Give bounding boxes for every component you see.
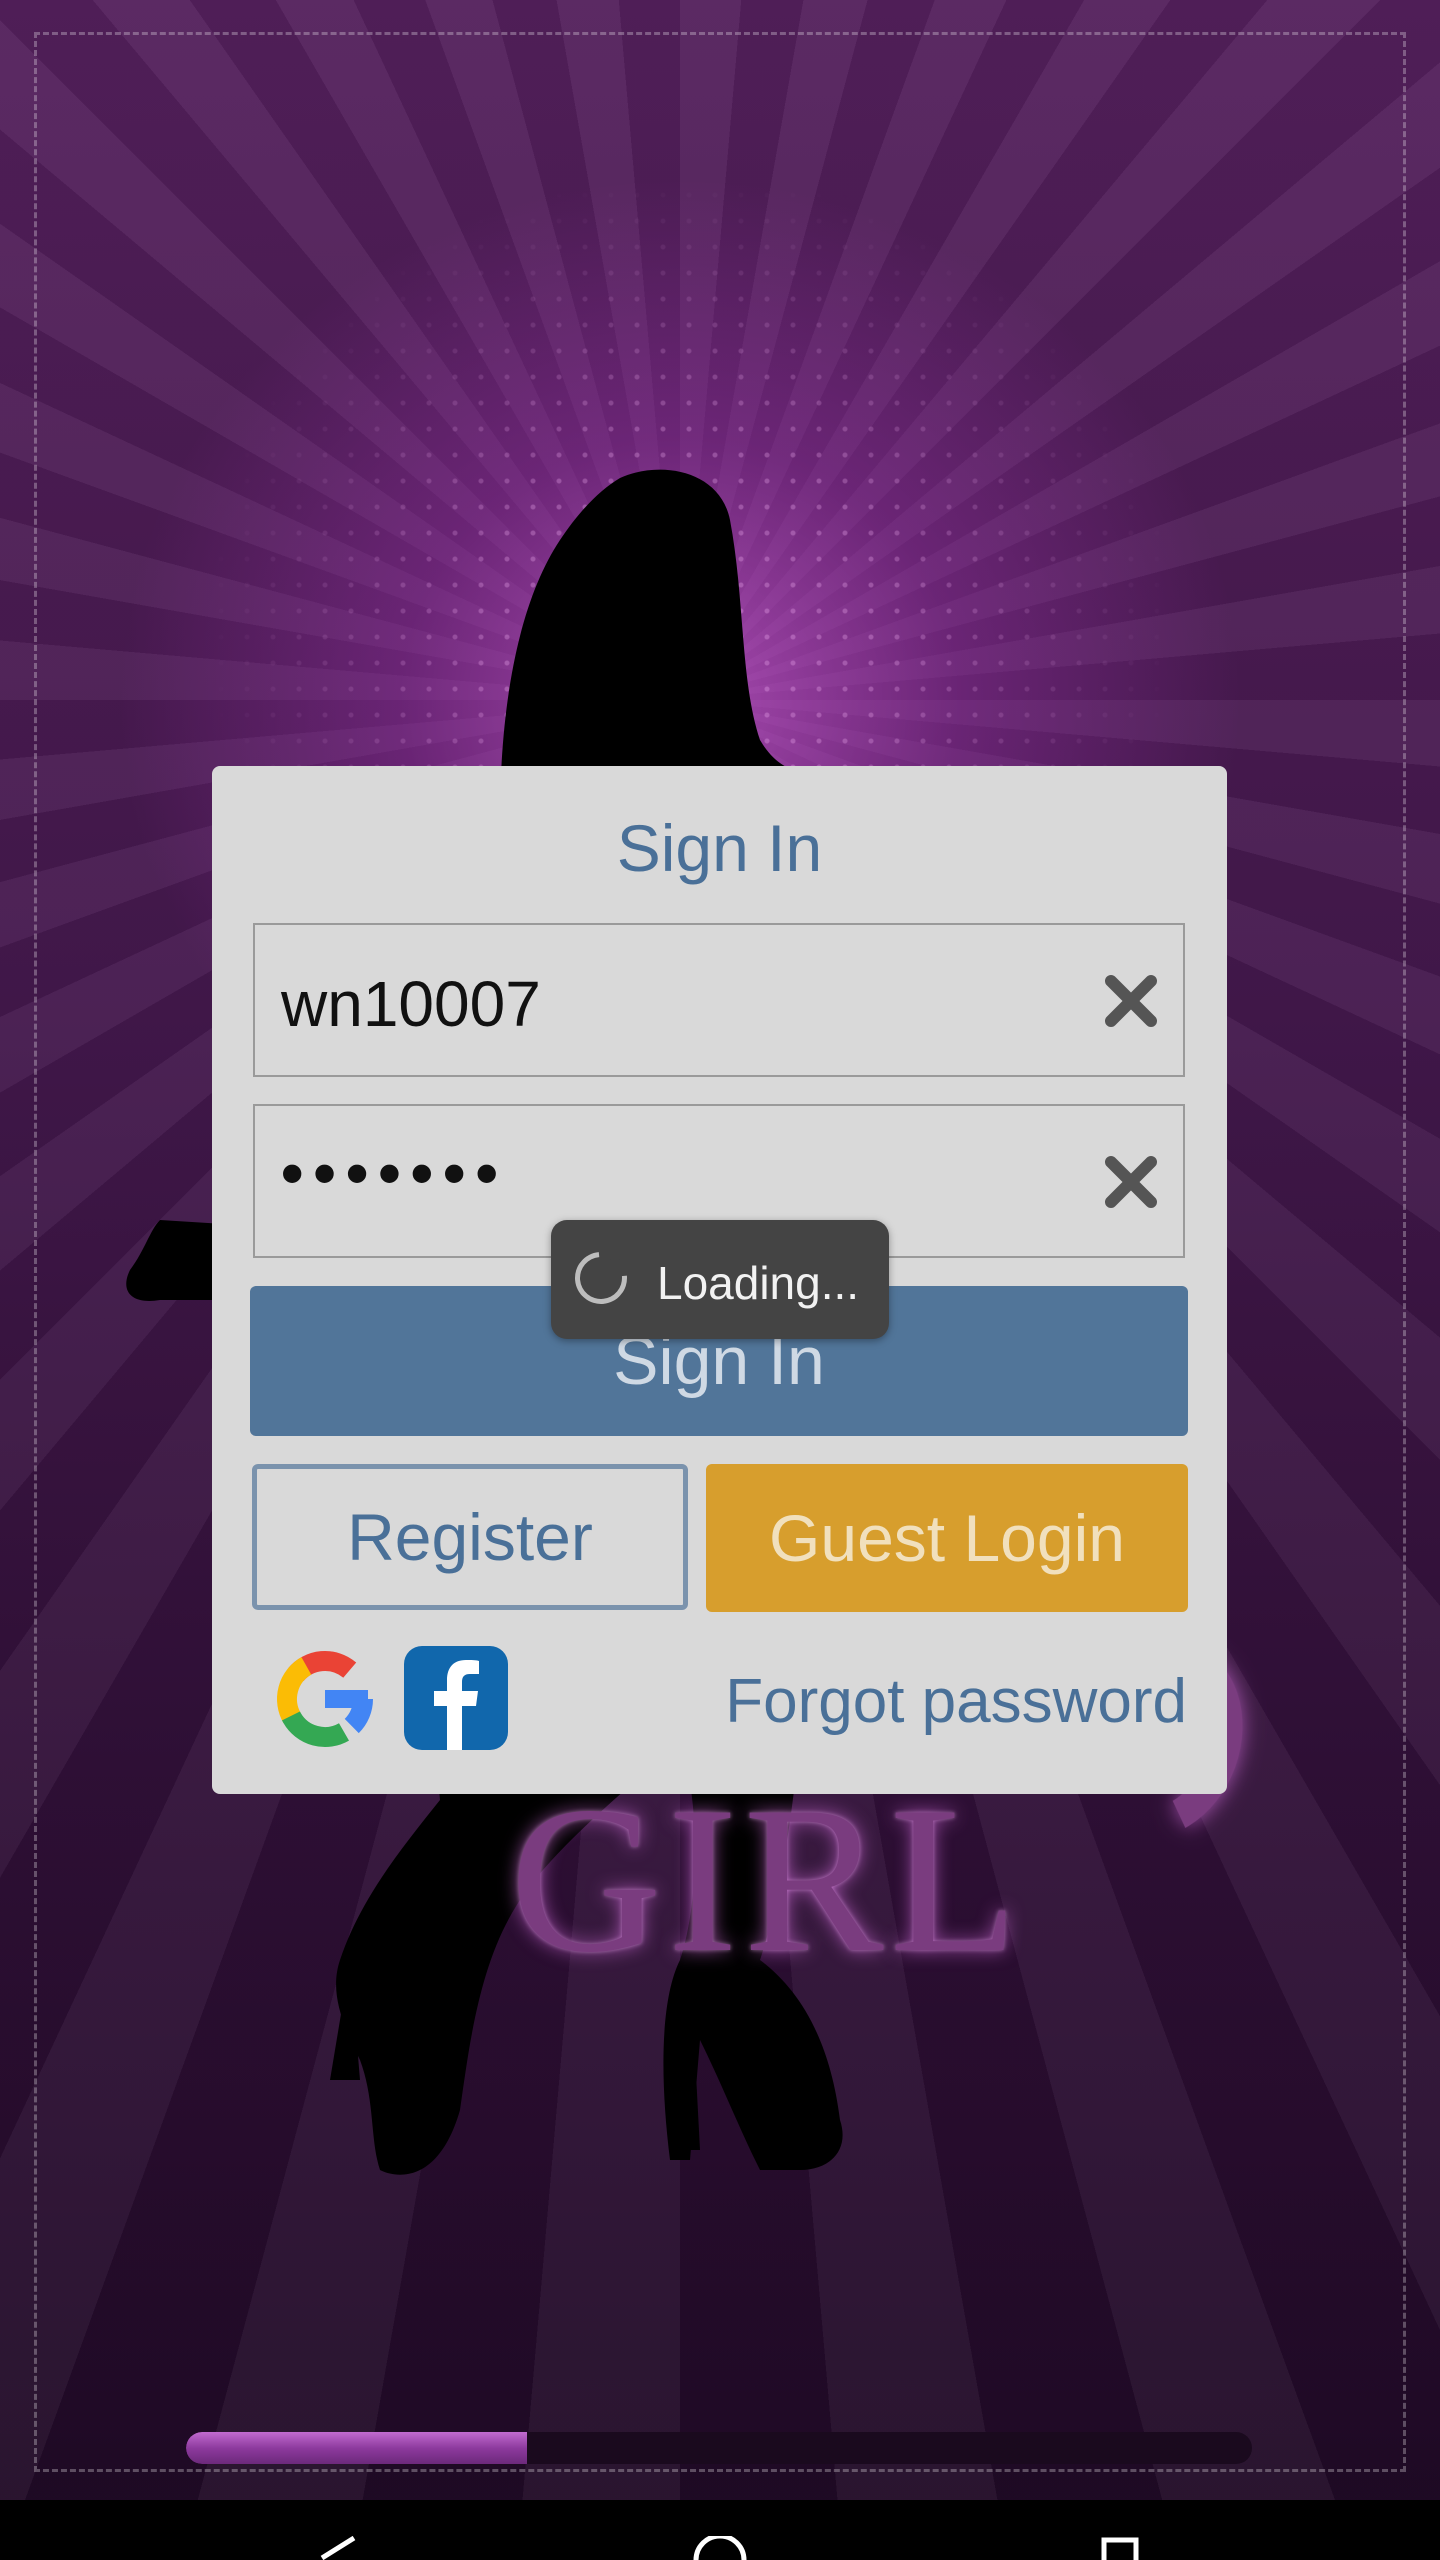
loading-text: Loading... — [657, 1257, 860, 1309]
back-icon[interactable] — [318, 2536, 358, 2560]
loading-progress-bar — [186, 2432, 1252, 2464]
progress-fill — [186, 2432, 528, 2464]
navigation-bar — [0, 2500, 1440, 2560]
dialog-title: Sign In — [616, 811, 823, 885]
clear-username-icon[interactable] — [1101, 971, 1161, 1031]
loading-toast: Loading... — [551, 1220, 889, 1339]
password-value[interactable]: ••••••• — [281, 1136, 508, 1210]
facebook-icon[interactable] — [404, 1646, 508, 1750]
google-icon[interactable] — [270, 1644, 380, 1754]
forgot-password-link[interactable]: Forgot password — [725, 1666, 1187, 1737]
username-value[interactable]: wn10007 — [281, 967, 541, 1041]
guest-login-button[interactable]: Guest Login — [706, 1464, 1188, 1612]
username-field[interactable]: wn10007 — [253, 923, 1185, 1077]
home-icon[interactable] — [690, 2536, 750, 2560]
spinner-icon — [564, 1241, 638, 1315]
recents-icon[interactable] — [1100, 2536, 1140, 2560]
game-logo-text: GIRL — [510, 1764, 1024, 1996]
clear-password-icon[interactable] — [1101, 1152, 1161, 1212]
facebook-f-glyph — [434, 1660, 479, 1750]
register-button[interactable]: Register — [252, 1464, 688, 1610]
